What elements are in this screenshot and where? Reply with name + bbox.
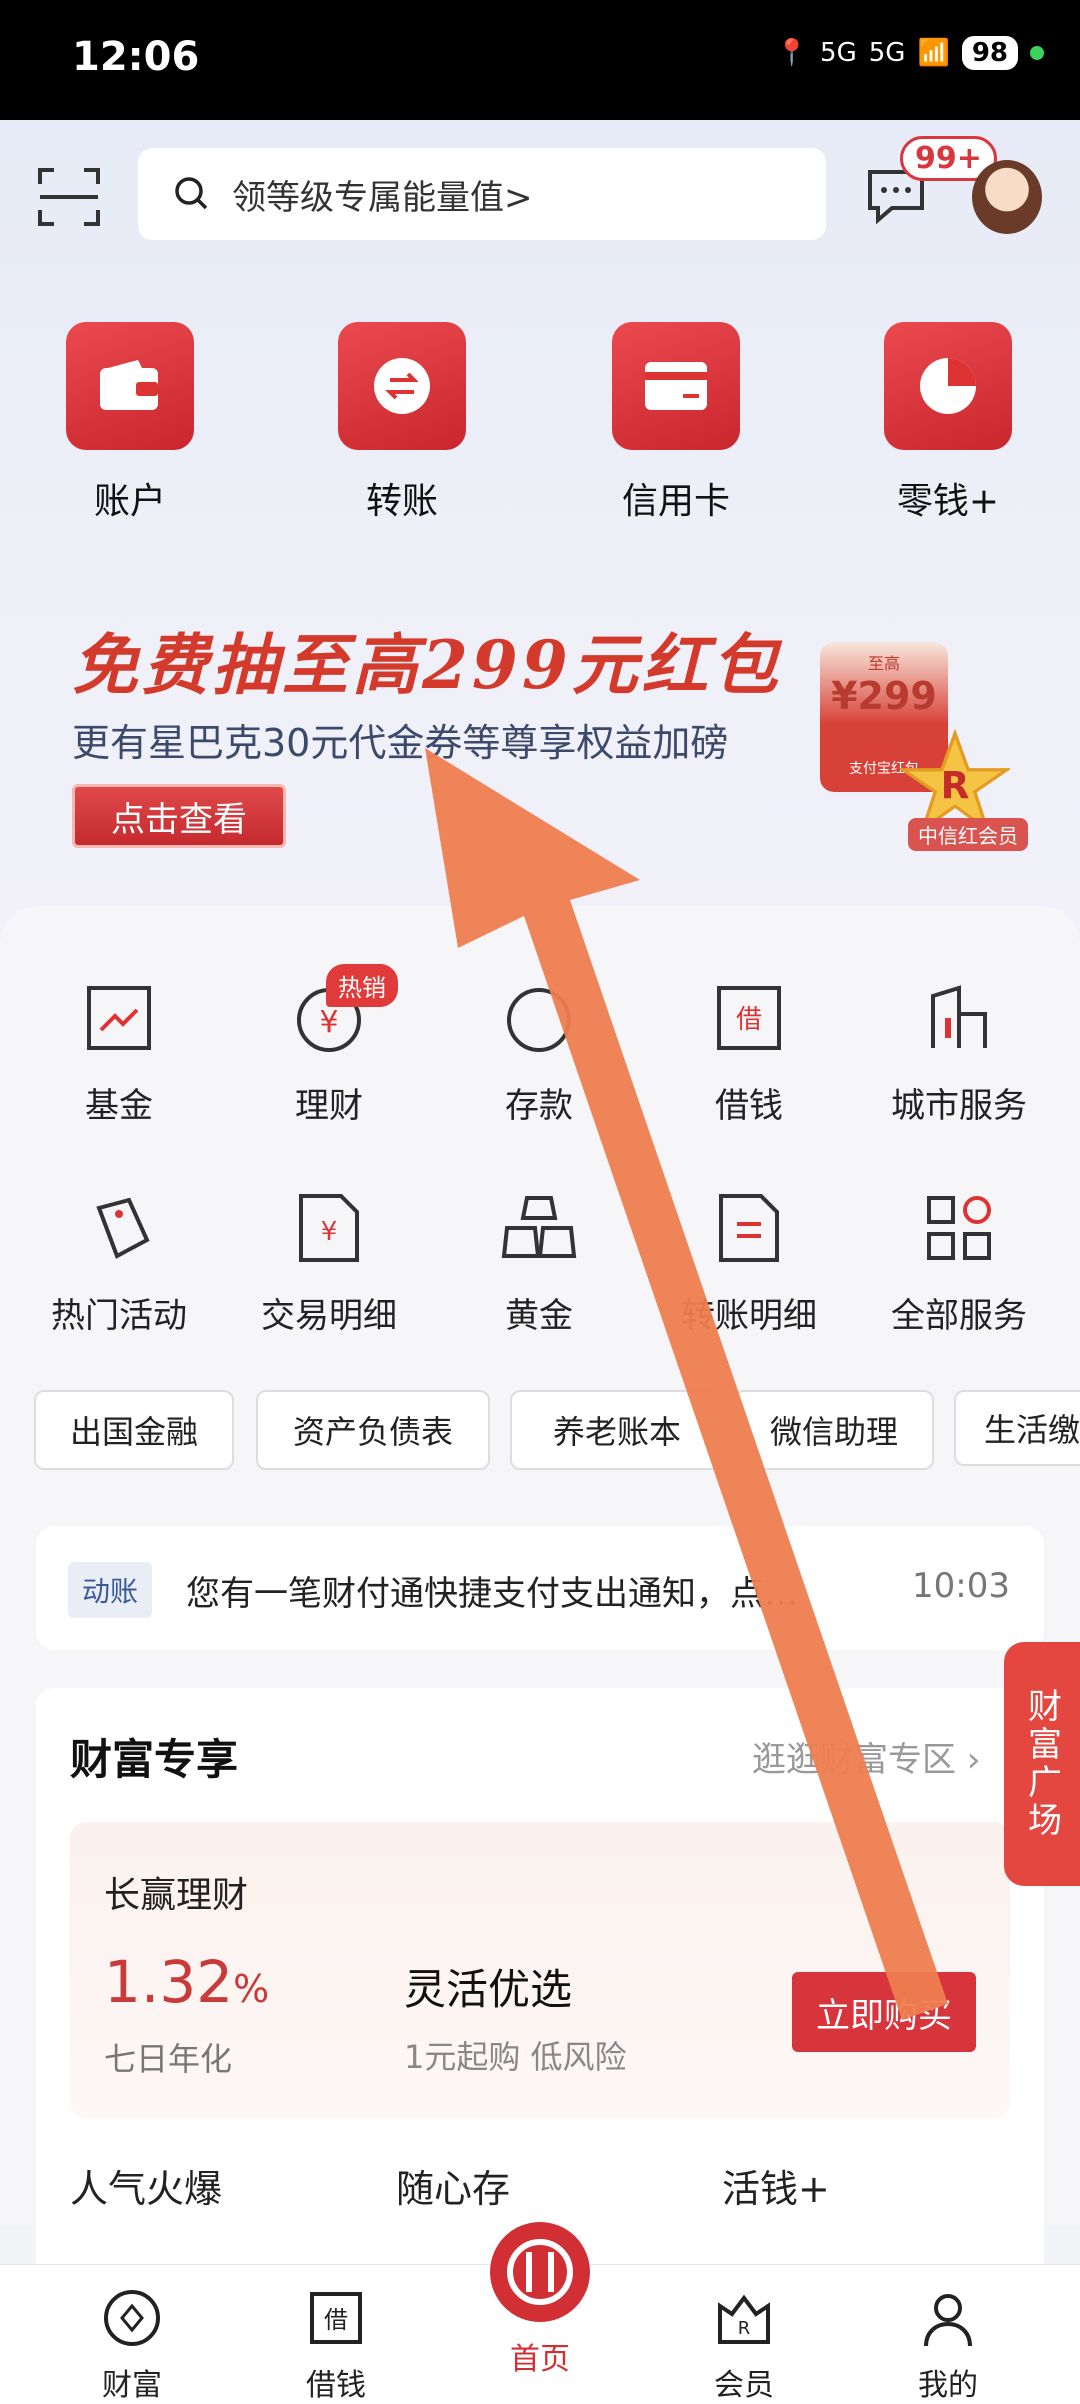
- avatar[interactable]: [972, 160, 1042, 234]
- notice-time: 10:03: [912, 1566, 1010, 1606]
- tab-loan[interactable]: 借 借钱: [256, 2286, 416, 2404]
- signal-icon-1: 5G: [820, 38, 857, 68]
- buy-now-button[interactable]: 立即购买: [792, 1972, 976, 2052]
- svg-text:R: R: [941, 763, 970, 807]
- wealth-title: 财富专享: [70, 1735, 239, 1784]
- quick-action-account[interactable]: 账户: [40, 322, 220, 524]
- quick-action-change-plus[interactable]: 零钱+: [858, 322, 1038, 524]
- status-icons: 📍 5G 5G 📶 98: [776, 36, 1044, 70]
- service-fund[interactable]: 基金: [14, 978, 224, 1127]
- svg-text:¥: ¥: [321, 1217, 338, 1247]
- service-loan[interactable]: 借 借钱: [644, 978, 854, 1127]
- credit-card-icon: [612, 322, 740, 450]
- chevron-right-icon: ›: [966, 1740, 981, 1780]
- quick-action-label: 信用卡: [621, 481, 730, 522]
- sub-tab-popular[interactable]: 人气火爆: [70, 2158, 222, 2213]
- transfer-icon: [338, 322, 466, 450]
- service-deposit[interactable]: 存款: [434, 978, 644, 1127]
- product-rate: 1.32%: [104, 1948, 270, 2016]
- chip-overseas-finance[interactable]: 出国金融: [34, 1390, 234, 1470]
- signal-icon-2: 5G: [868, 38, 906, 68]
- transaction-icon: ¥: [299, 1194, 359, 1262]
- transfer-detail-icon: [719, 1194, 779, 1262]
- search-bar[interactable]: 领等级专属能量值>: [138, 148, 826, 240]
- status-bar: 12:06 📍 5G 5G 📶 98: [0, 0, 1080, 120]
- member-tab-icon: R: [718, 2294, 770, 2344]
- service-gold[interactable]: 黄金: [434, 1188, 644, 1337]
- chip-pension-ledger[interactable]: 养老账本: [510, 1390, 724, 1470]
- sub-tab-flexible-deposit[interactable]: 随心存: [396, 2158, 510, 2213]
- product-desc: 1元起购 低风险: [404, 2038, 627, 2076]
- member-label: 中信红会员: [908, 818, 1028, 851]
- svg-text:¥: ¥: [319, 1005, 338, 1040]
- scan-icon[interactable]: [36, 164, 102, 230]
- quick-action-label: 账户: [93, 481, 166, 522]
- chip-living-payment[interactable]: 生活缴: [954, 1390, 1080, 1466]
- loan-tab-icon: 借: [310, 2292, 362, 2344]
- svg-text:借: 借: [736, 1005, 762, 1035]
- service-city[interactable]: 城市服务: [854, 978, 1064, 1127]
- tab-home[interactable]: 首页: [460, 2328, 620, 2378]
- quick-action-credit-card[interactable]: 信用卡: [586, 322, 766, 524]
- tab-member[interactable]: R 会员: [664, 2286, 824, 2404]
- status-time: 12:06: [72, 34, 200, 80]
- wealth-more-link[interactable]: 逛逛财富专区 ›: [752, 1732, 980, 1781]
- all-services-icon: [927, 1196, 991, 1260]
- sub-tab-liquid-plus[interactable]: 活钱+: [722, 2158, 830, 2213]
- fund-icon: [87, 986, 151, 1050]
- gold-icon: [501, 1196, 577, 1258]
- status-dot: [1030, 46, 1044, 60]
- hot-sale-badge: 热销: [326, 964, 398, 1007]
- quick-action-transfer[interactable]: 转账: [312, 322, 492, 524]
- service-all[interactable]: 全部服务: [854, 1188, 1064, 1337]
- deposit-icon: [507, 988, 571, 1052]
- banner-view-button[interactable]: 点击查看: [72, 784, 286, 848]
- quick-action-label: 零钱+: [896, 481, 1000, 522]
- service-transfer-details[interactable]: 转账明细: [644, 1188, 854, 1337]
- city-icon: [931, 985, 987, 1048]
- service-activity[interactable]: 热门活动: [14, 1188, 224, 1337]
- product-rate-label: 七日年化: [104, 2040, 233, 2078]
- activity-icon: [96, 1197, 150, 1259]
- wallet-icon: [66, 322, 194, 450]
- wifi-icon: 📶: [917, 38, 950, 68]
- quick-action-label: 转账: [365, 481, 438, 522]
- product-category: 长赢理财: [104, 1875, 249, 1916]
- location-icon: 📍: [775, 38, 809, 68]
- profile-tab-icon: [924, 2294, 972, 2347]
- chip-balance-sheet[interactable]: 资产负债表: [256, 1390, 490, 1470]
- wealth-plaza-button[interactable]: 财富广场: [1004, 1642, 1080, 1886]
- svg-text:借: 借: [324, 2306, 348, 2334]
- search-placeholder: 领等级专属能量值>: [232, 177, 533, 218]
- banner-subtitle: 更有星巴克30元代金券等尊享权益加磅: [72, 721, 729, 765]
- home-logo-icon[interactable]: [490, 2222, 590, 2322]
- wealth-tab-icon: [104, 2290, 160, 2346]
- service-transactions[interactable]: ¥ 交易明细: [224, 1188, 434, 1337]
- banner-title: 免费抽至高299元红包: [72, 626, 782, 704]
- notice-text: 您有一笔财付通快捷支付支出通知，点…: [186, 1574, 798, 1614]
- battery-icon: 98: [961, 36, 1018, 70]
- tab-profile[interactable]: 我的: [868, 2286, 1028, 2404]
- svg-text:R: R: [738, 2318, 751, 2339]
- notice-tag: 动账: [68, 1562, 153, 1618]
- tab-wealth[interactable]: 财富: [52, 2286, 212, 2404]
- chip-wechat-assistant[interactable]: 微信助理: [734, 1390, 934, 1470]
- loan-icon: 借: [717, 986, 781, 1050]
- pie-chart-icon: [884, 322, 1012, 450]
- search-icon: [175, 177, 208, 210]
- transaction-notice[interactable]: 动账 您有一笔财付通快捷支付支出通知，点… 10:03: [36, 1526, 1044, 1650]
- product-name: 灵活优选: [404, 1965, 573, 2014]
